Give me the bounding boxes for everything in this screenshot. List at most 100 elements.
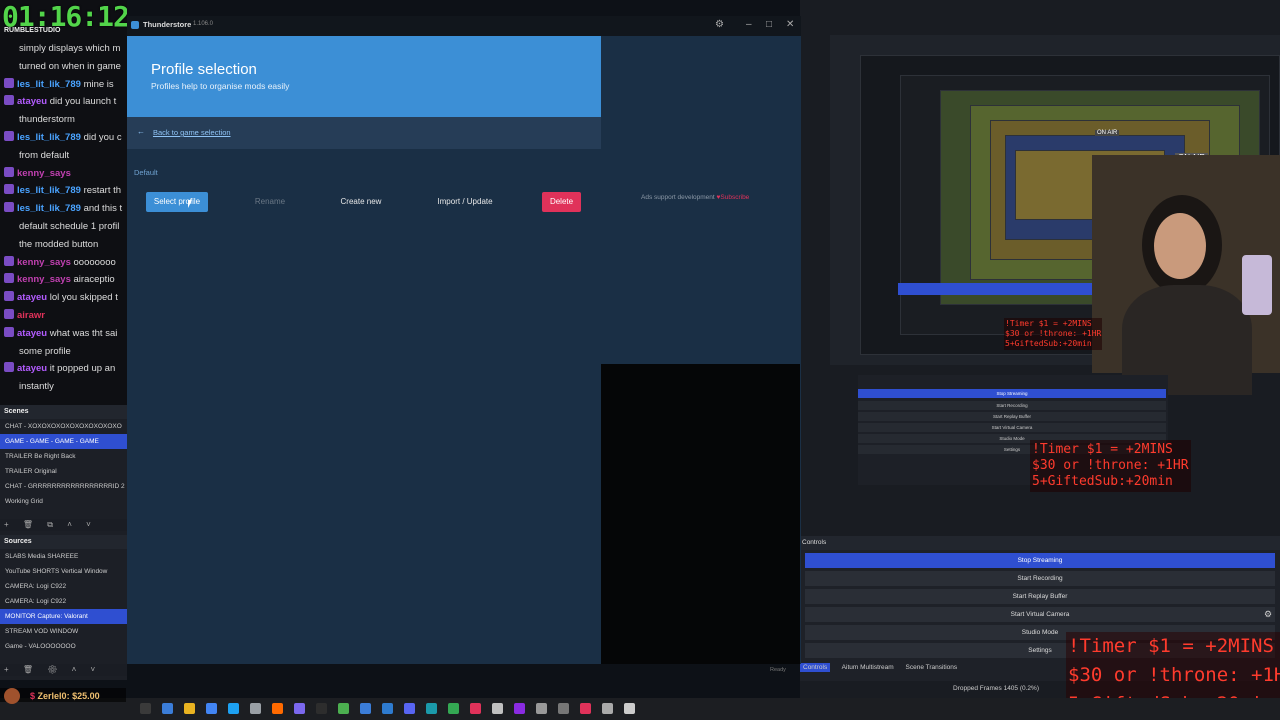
chat-username[interactable]: kenny_says xyxy=(17,274,71,285)
source-item[interactable]: MONITOR Capture: Valorant xyxy=(0,609,127,624)
scene-item[interactable]: GAME - GAME - GAME - GAME xyxy=(0,434,127,449)
create-new-button[interactable]: Create new xyxy=(331,192,391,212)
scene-item[interactable]: TRAILER Original xyxy=(0,464,127,479)
chat-message: default schedule 1 profil xyxy=(4,218,127,236)
chat-username[interactable]: les_lit_lik_789 xyxy=(17,132,81,143)
taskbar-app-icon[interactable] xyxy=(448,703,459,714)
scene-item[interactable]: CHAT - GRRRRRRRRRRRRRRRRRID 2 xyxy=(0,479,127,494)
back-arrow-icon[interactable]: ← xyxy=(137,127,145,136)
chat-text: turned on when in game xyxy=(19,60,121,72)
taskbar-app-icon[interactable] xyxy=(250,703,261,714)
dropped-frames: Dropped Frames 1405 (0.2%) xyxy=(953,685,1039,692)
source-item[interactable]: STREAM VOD WINDOW xyxy=(0,624,127,639)
tab-scene-transitions[interactable]: Scene Transitions xyxy=(906,664,958,671)
chat-text: it popped up an xyxy=(49,363,116,375)
taskbar-app-icon[interactable] xyxy=(624,703,635,714)
taskbar-app-icon[interactable] xyxy=(470,703,481,714)
taskbar-app-icon[interactable] xyxy=(426,703,437,714)
taskbar-app-icon[interactable] xyxy=(140,703,151,714)
taskbar-app-icon[interactable] xyxy=(272,703,283,714)
delete-button[interactable]: Delete xyxy=(542,192,581,212)
chat-text: default schedule 1 profil xyxy=(19,221,120,232)
user-badge-icon xyxy=(4,95,14,106)
taskbar-app-icon[interactable] xyxy=(228,703,239,714)
taskbar-app-icon[interactable] xyxy=(580,703,591,714)
chat-message: simply displays which m xyxy=(4,40,127,58)
scene-item[interactable]: CHAT - XOXOXOXOXOXOXOXOXOXO xyxy=(0,419,127,434)
profile-item-default[interactable]: Default xyxy=(134,168,158,177)
source-item[interactable]: SLABS Media SHAREEE xyxy=(0,549,127,564)
settings-gear-icon[interactable]: ⚙ xyxy=(715,19,724,30)
chat-text: mine is xyxy=(83,78,114,90)
controls-title: Controls xyxy=(800,536,1280,550)
window-title: Thunderstore xyxy=(143,20,192,29)
user-badge-icon xyxy=(4,255,14,266)
user-badge-icon xyxy=(4,326,14,337)
taskbar-app-icon[interactable] xyxy=(294,703,305,714)
tab-controls[interactable]: Controls xyxy=(800,663,831,672)
back-to-game-selection-link[interactable]: Back to game selection xyxy=(153,128,231,137)
taskbar-app-icon[interactable] xyxy=(602,703,613,714)
start-replay-buffer-button[interactable]: Start Replay Buffer xyxy=(805,589,1275,604)
start-recording-button[interactable]: Start Recording xyxy=(805,571,1275,586)
virtual-camera-gear-icon[interactable]: ⚙ xyxy=(1264,609,1272,620)
taskbar-app-icon[interactable] xyxy=(162,703,173,714)
scenes-panel: Scenes CHAT - XOXOXOXOXOXOXOXOXOXO GAME -… xyxy=(0,405,127,535)
taskbar-app-icon[interactable] xyxy=(184,703,195,714)
timer-overlay-mid: !Timer $1 = +2MINS $30 or !throne: +1HR 5+… xyxy=(1030,440,1191,492)
source-item[interactable]: YouTube SHORTS Vertical Window xyxy=(0,564,127,579)
chat-text: restart th xyxy=(83,185,122,197)
chat-message: les_lit_lik_789 mine is xyxy=(4,76,127,94)
rename-button[interactable]: Rename xyxy=(240,192,300,212)
channel-tag: RUMBLESTUDIO xyxy=(4,27,61,34)
taskbar-app-icon[interactable] xyxy=(558,703,569,714)
sources-toolbar[interactable]: + 🗑 ⚙ ˄ ˅ xyxy=(0,664,127,676)
chat-message: the modded button xyxy=(4,236,127,254)
taskbar-app-icon[interactable] xyxy=(338,703,349,714)
taskbar-app-icon[interactable] xyxy=(382,703,393,714)
chat-username[interactable]: atayeu xyxy=(17,292,47,303)
ad-placeholder xyxy=(601,364,800,664)
tab-aitum-multistream[interactable]: Aitum Multistream xyxy=(842,664,894,671)
mouse-cursor xyxy=(188,200,192,208)
chat-text: what was tht sai xyxy=(49,327,118,339)
chat-username[interactable]: kenny_says xyxy=(17,257,71,268)
chat-username[interactable]: atayeu xyxy=(17,363,47,374)
taskbar-app-icon[interactable] xyxy=(206,703,217,714)
taskbar-app-icon[interactable] xyxy=(514,703,525,714)
chat-text: and this t xyxy=(83,203,123,215)
maximize-icon[interactable]: □ xyxy=(766,19,772,30)
chat-username[interactable]: les_lit_lik_789 xyxy=(17,203,81,214)
chat-username[interactable]: les_lit_lik_789 xyxy=(17,185,81,196)
taskbar-app-icon[interactable] xyxy=(492,703,503,714)
app-version: 1.106.0 xyxy=(193,21,214,27)
stop-streaming-button[interactable]: Stop Streaming xyxy=(805,553,1275,568)
chat-message: atayeu it popped up an xyxy=(4,360,127,378)
start-virtual-camera-button[interactable]: Start Virtual Camera xyxy=(805,607,1275,622)
chat-username[interactable]: atayeu xyxy=(17,96,47,107)
import-update-button[interactable]: Import / Update xyxy=(430,192,500,212)
chat-username[interactable]: airawr xyxy=(17,310,45,321)
scenes-toolbar[interactable]: + 🗑 ⧉ ˄ ˅ xyxy=(0,519,127,531)
user-badge-icon xyxy=(4,77,14,88)
scene-item[interactable]: Working Grid xyxy=(0,494,127,509)
source-item[interactable]: CAMERA: Logi C922 xyxy=(0,594,127,609)
source-item[interactable]: Game - VALOOOOOOO xyxy=(0,639,127,654)
taskbar-app-icon[interactable] xyxy=(536,703,547,714)
minimize-icon[interactable]: – xyxy=(746,19,752,30)
close-icon[interactable]: ✕ xyxy=(786,19,794,30)
subscribe-link[interactable]: Subscribe xyxy=(720,194,749,201)
source-item[interactable]: CAMERA: Logi C922 xyxy=(0,579,127,594)
chat-username[interactable]: les_lit_lik_789 xyxy=(17,79,81,90)
chat-message: atayeu what was tht sai xyxy=(4,325,127,343)
select-profile-button[interactable]: Select profile xyxy=(146,192,208,212)
chat-username[interactable]: atayeu xyxy=(17,328,47,339)
scenes-title: Scenes xyxy=(0,405,127,419)
chat-message: kenny_says airaceptio xyxy=(4,271,127,289)
taskbar-app-icon[interactable] xyxy=(360,703,371,714)
taskbar-app-icon[interactable] xyxy=(316,703,327,714)
chat-username[interactable]: kenny_says xyxy=(17,168,71,179)
scene-item[interactable]: TRAILER Be Right Back xyxy=(0,449,127,464)
chat-text: oooooooo xyxy=(73,256,116,268)
taskbar-app-icon[interactable] xyxy=(404,703,415,714)
